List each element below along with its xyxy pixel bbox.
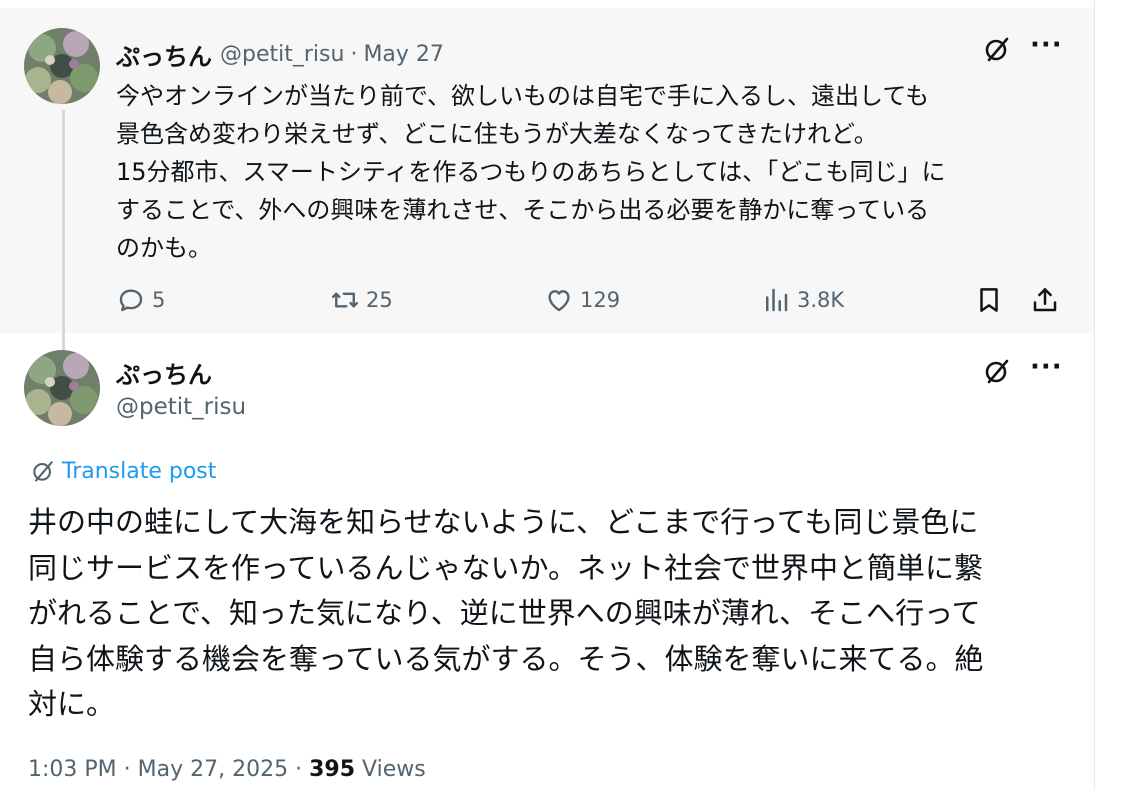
- views-label: Views: [362, 757, 426, 782]
- reply-button[interactable]: 5: [116, 280, 165, 320]
- views-button[interactable]: 3.8K: [761, 280, 844, 320]
- like-button[interactable]: 129: [544, 280, 620, 320]
- action-bar: 5 25 129 3.8K: [116, 280, 1066, 320]
- avatar[interactable]: [24, 350, 100, 426]
- repost-button[interactable]: 25: [330, 280, 393, 320]
- column-divider: [1094, 0, 1095, 790]
- separator: ·: [350, 41, 358, 67]
- views-icon: [766, 288, 788, 312]
- like-icon: [548, 290, 570, 312]
- share-icon: [1033, 288, 1057, 312]
- tweet-text: 井の中の蛙にして大海を知らせないように、どこまで行っても同じ景色に 同じサービス…: [28, 505, 984, 721]
- separator: ·: [123, 757, 131, 782]
- share-button[interactable]: [1030, 280, 1060, 320]
- more-icon[interactable]: ···: [1030, 352, 1063, 382]
- separator: ·: [295, 757, 303, 782]
- tweet-date[interactable]: May 27, 2025: [138, 757, 288, 782]
- tweet-time[interactable]: 1:03 PM: [28, 757, 117, 782]
- display-name[interactable]: ぷっちん: [116, 355, 212, 390]
- tweet-header: ぷっちん @petit_risu · May 27: [116, 37, 444, 72]
- grok-slash-icon[interactable]: [980, 32, 1014, 66]
- avatar[interactable]: [24, 28, 100, 104]
- tweet-date[interactable]: May 27: [363, 42, 443, 67]
- more-icon[interactable]: ···: [1030, 30, 1063, 60]
- translate-icon: [33, 461, 53, 482]
- thread-connector: [62, 110, 65, 350]
- timeline-column: ぷっちん @petit_risu · May 27 ··· 今やオンラインが当た…: [0, 0, 1094, 790]
- reply-icon: [119, 289, 143, 312]
- reply-count: 5: [152, 288, 166, 312]
- like-count: 129: [580, 288, 621, 312]
- repost-count: 25: [366, 288, 393, 312]
- view-count: 3.8K: [797, 288, 845, 312]
- view-count: 395: [309, 757, 356, 782]
- tweet-text: 今やオンラインが当たり前で、欲しいものは自宅で手に入るし、遠出しても 景色含め変…: [116, 82, 946, 262]
- parent-tweet[interactable]: ぷっちん @petit_risu · May 27 ··· 今やオンラインが当た…: [0, 8, 1094, 333]
- user-handle[interactable]: @petit_risu: [116, 394, 246, 420]
- tweet-meta: 1:03 PM · May 27, 2025 · 395 Views: [28, 757, 426, 782]
- translate-post-link[interactable]: Translate post: [30, 458, 216, 484]
- grok-slash-icon[interactable]: [980, 354, 1014, 388]
- repost-icon: [331, 292, 359, 308]
- translate-label[interactable]: Translate post: [62, 459, 216, 484]
- bookmark-icon: [980, 288, 998, 312]
- display-name[interactable]: ぷっちん: [116, 37, 212, 72]
- user-handle[interactable]: @petit_risu: [220, 42, 344, 67]
- bookmark-button[interactable]: [974, 280, 1004, 320]
